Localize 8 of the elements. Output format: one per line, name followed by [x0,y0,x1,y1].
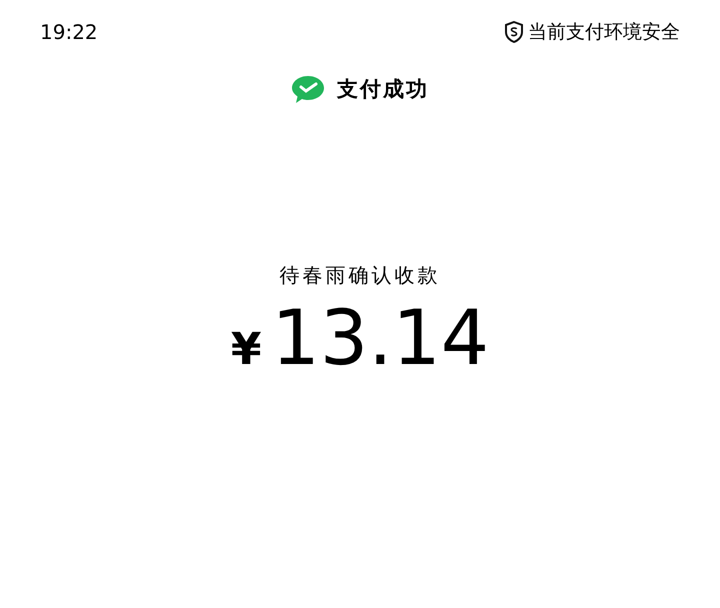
payee-label: 待春雨确认收款 [280,262,440,288]
page-title: 支付成功 [337,76,429,103]
security-status: 当前支付环境安全 [528,20,680,45]
status-time: 19:22 [40,19,98,46]
currency-symbol: ¥ [230,322,262,376]
chat-check-icon [291,74,325,105]
shield-icon [504,21,524,43]
payment-amount: 13.14 [272,300,490,376]
